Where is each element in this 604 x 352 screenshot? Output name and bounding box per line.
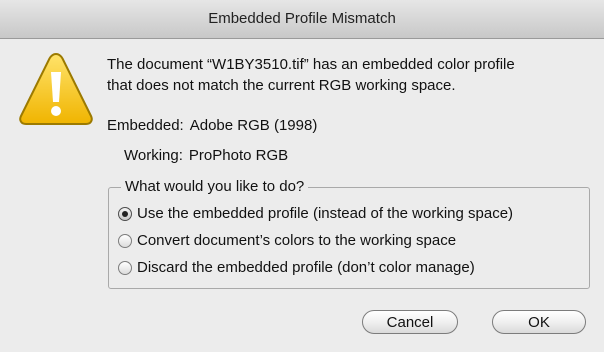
- option-discard-label: Discard the embedded profile (don’t colo…: [137, 259, 475, 276]
- message-text: The document “W1BY3510.tif” has an embed…: [107, 54, 587, 96]
- radio-selected-icon[interactable]: [118, 207, 132, 221]
- working-value: ProPhoto RGB: [188, 147, 289, 164]
- radio-icon[interactable]: [118, 261, 132, 275]
- embedded-profile-row: Embedded: Adobe RGB (1998): [107, 116, 317, 136]
- embedded-value: Adobe RGB (1998): [189, 117, 318, 134]
- option-discard[interactable]: Discard the embedded profile (don’t colo…: [118, 258, 475, 278]
- option-use-embedded[interactable]: Use the embedded profile (instead of the…: [118, 204, 513, 224]
- cancel-button[interactable]: Cancel: [362, 310, 458, 334]
- option-convert[interactable]: Convert document’s colors to the working…: [118, 231, 456, 251]
- warning-icon: [19, 52, 93, 125]
- message-line-2: that does not match the current RGB work…: [107, 77, 456, 94]
- choice-legend: What would you like to do?: [121, 178, 309, 196]
- working-label: Working:: [124, 147, 183, 164]
- window-title: Embedded Profile Mismatch: [0, 0, 604, 39]
- working-profile-row: Working: ProPhoto RGB: [124, 146, 288, 166]
- ok-button[interactable]: OK: [492, 310, 586, 334]
- option-use-embedded-label: Use the embedded profile (instead of the…: [137, 205, 514, 222]
- profile-mismatch-dialog: Embedded Profile Mismatch The document “…: [0, 0, 604, 352]
- option-convert-label: Convert document’s colors to the working…: [137, 232, 457, 249]
- message-line-1: The document “W1BY3510.tif” has an embed…: [107, 56, 515, 73]
- radio-icon[interactable]: [118, 234, 132, 248]
- embedded-label: Embedded:: [107, 117, 184, 134]
